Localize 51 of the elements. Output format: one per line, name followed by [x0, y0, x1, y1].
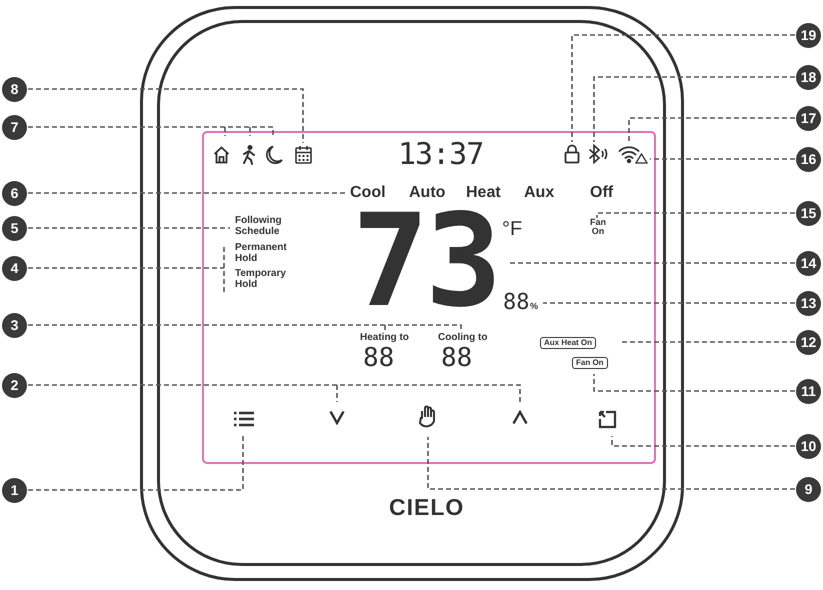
callout-number: 17: [796, 106, 821, 131]
setpoint-label: Heating to: [360, 333, 409, 344]
callout-number: 8: [2, 77, 27, 102]
schedule-status-label: Permanent Hold: [235, 243, 288, 264]
setpoint-label: Cooling to: [438, 333, 488, 344]
callout-number: 4: [2, 256, 27, 281]
mode-label: Auto: [409, 185, 446, 201]
callout-number: 12: [796, 330, 821, 355]
callout-number: 10: [796, 434, 821, 459]
menu-icon[interactable]: [233, 410, 255, 428]
mode-label: Aux: [524, 185, 554, 201]
chevron-down-icon[interactable]: [329, 410, 345, 425]
callout-number: 15: [796, 201, 821, 226]
callout-number: 3: [2, 313, 27, 338]
padlock-icon: [564, 144, 580, 164]
chevron-up-icon[interactable]: [512, 410, 528, 425]
callout-number: 19: [796, 23, 821, 48]
callout-number: 7: [2, 115, 27, 140]
walking-person-icon: [241, 145, 257, 165]
humidity-unit: %: [530, 302, 538, 311]
clock-time: 13:37: [398, 140, 484, 170]
setpoint-reading: 88: [363, 345, 394, 371]
brand-logo: CIELO: [389, 496, 464, 519]
callout-number: 18: [796, 65, 821, 90]
callout-number: 6: [2, 181, 27, 206]
mode-label: Cool: [350, 185, 386, 201]
temperature-unit: °F: [502, 219, 522, 239]
callout-number: 11: [796, 379, 821, 404]
status-indicator: Aux Heat On: [540, 337, 596, 349]
callout-number: 16: [796, 147, 821, 172]
callout-number: 5: [2, 216, 27, 241]
callout-number: 13: [796, 291, 821, 316]
calendar-icon: [295, 145, 312, 164]
schedule-status-label: Following Schedule: [235, 216, 283, 237]
setpoint-reading: 88: [441, 345, 472, 371]
callout-number: 2: [2, 373, 27, 398]
mode-label: Heat: [466, 185, 501, 201]
status-indicator: Fan On: [572, 357, 608, 369]
temperature-reading: 73: [352, 198, 498, 326]
schedule-status-label: Temporary Hold: [235, 269, 287, 290]
fan-status-label: Fan On: [588, 218, 607, 237]
callout-number: 1: [2, 478, 27, 503]
mode-label: Off: [590, 185, 614, 201]
humidity-reading: 88: [503, 292, 530, 314]
callout-number: 9: [796, 477, 821, 502]
house-icon: [213, 146, 230, 164]
return-icon[interactable]: [598, 409, 617, 429]
wifi-warning-icon: [618, 144, 649, 164]
moon-icon: [265, 145, 283, 165]
bluetooth-icon: [588, 144, 610, 164]
callout-number: 14: [796, 251, 821, 276]
